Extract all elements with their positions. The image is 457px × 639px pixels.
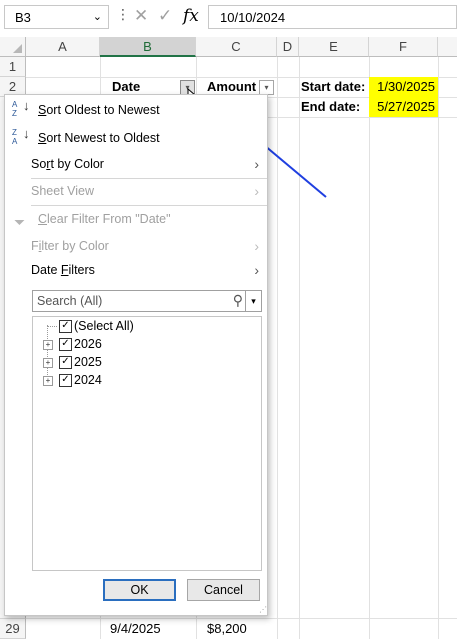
chevron-right-icon: ›: [254, 183, 259, 199]
cancel-icon[interactable]: ✕: [134, 6, 148, 26]
row-header-29[interactable]: 29: [0, 619, 26, 639]
cell-f2[interactable]: 1/30/2025: [369, 77, 438, 97]
cell-b2[interactable]: Date: [112, 79, 140, 94]
enter-icon[interactable]: ✓: [158, 6, 172, 26]
column-header-f[interactable]: F: [369, 37, 438, 57]
column-header-b[interactable]: B: [100, 37, 196, 57]
tree-item-2026[interactable]: + ✓ 2026: [33, 335, 261, 353]
filter-search-box[interactable]: Search (All) ⚲ ▾: [32, 290, 262, 312]
checkbox-2025[interactable]: ✓: [59, 356, 72, 369]
tree-label: 2025: [74, 355, 102, 369]
cell-b29[interactable]: 9/4/2025: [110, 621, 161, 636]
cancel-button[interactable]: Cancel: [187, 579, 260, 601]
tree-label: 2024: [74, 373, 102, 387]
expand-icon[interactable]: +: [43, 340, 53, 350]
name-box[interactable]: B3 ⌄: [4, 5, 109, 29]
search-placeholder: Search (All): [37, 294, 103, 308]
column-header-d[interactable]: D: [277, 37, 299, 57]
column-header-c[interactable]: C: [196, 37, 277, 57]
menu-item-sort-by-color[interactable]: Sort by Color ›: [5, 152, 267, 176]
chevron-down-icon[interactable]: ▾: [245, 291, 261, 311]
expand-icon[interactable]: +: [43, 358, 53, 368]
clear-filter-icon: ⏷: [14, 214, 26, 230]
menu-item-sheet-view: Sheet View ›: [5, 179, 267, 203]
tree-item-2024[interactable]: + ✓ 2024: [33, 371, 261, 389]
tree-label: 2026: [74, 337, 102, 351]
checkbox-2026[interactable]: ✓: [59, 338, 72, 351]
chevron-down-icon[interactable]: ⌄: [93, 10, 102, 23]
sort-descending-icon: ZA ↓: [12, 126, 30, 146]
menu-item-sort-oldest-to-newest[interactable]: AZ ↓ Sort Oldest to Newest: [5, 98, 267, 122]
name-box-value: B3: [15, 10, 31, 25]
sort-ascending-icon: AZ ↓: [12, 98, 30, 118]
tree-item-select-all[interactable]: ✓ (Select All): [33, 317, 261, 335]
menu-item-date-filters[interactable]: Date Filters ›: [5, 258, 267, 282]
row-header-1[interactable]: 1: [0, 57, 26, 77]
checkbox-2024[interactable]: ✓: [59, 374, 72, 387]
menu-divider: [31, 205, 267, 206]
tree-label: (Select All): [74, 319, 134, 333]
menu-item-filter-by-color: Filter by Color ›: [5, 234, 267, 258]
filter-dropdown-menu: AZ ↓ Sort Oldest to Newest ZA ↓ Sort New…: [4, 94, 268, 616]
ok-button[interactable]: OK: [103, 579, 176, 601]
formula-input[interactable]: 10/10/2024: [208, 5, 457, 29]
cell-f3[interactable]: 5/27/2025: [369, 97, 438, 117]
tree-item-2025[interactable]: + ✓ 2025: [33, 353, 261, 371]
search-icon[interactable]: ⚲: [233, 292, 243, 309]
column-header-g[interactable]: [438, 37, 457, 57]
resize-grip-icon[interactable]: ⋰: [259, 605, 267, 614]
gridline: [26, 618, 457, 619]
select-all-corner[interactable]: [0, 37, 26, 57]
gridline: [369, 57, 370, 639]
chevron-right-icon: ›: [254, 156, 259, 172]
insert-function-icon[interactable]: fx: [183, 6, 199, 26]
checkbox-select-all[interactable]: ✓: [59, 320, 72, 333]
cell-c29[interactable]: $8,200: [207, 621, 247, 636]
menu-item-clear-filter: ⏷ Clear Filter From "Date": [5, 207, 267, 231]
filter-value-tree: ✓ (Select All) + ✓ 2026 + ✓ 2025 + ✓ 202…: [32, 316, 262, 571]
column-header-a[interactable]: A: [26, 37, 100, 57]
chevron-right-icon: ›: [254, 262, 259, 278]
gridline: [438, 57, 439, 639]
more-options-icon[interactable]: ⋮: [116, 6, 130, 28]
menu-item-sort-newest-to-oldest[interactable]: ZA ↓ Sort Newest to Oldest: [5, 126, 267, 150]
chevron-right-icon: ›: [254, 238, 259, 254]
expand-icon[interactable]: +: [43, 376, 53, 386]
column-header-e[interactable]: E: [299, 37, 369, 57]
formula-value: 10/10/2024: [220, 10, 286, 25]
